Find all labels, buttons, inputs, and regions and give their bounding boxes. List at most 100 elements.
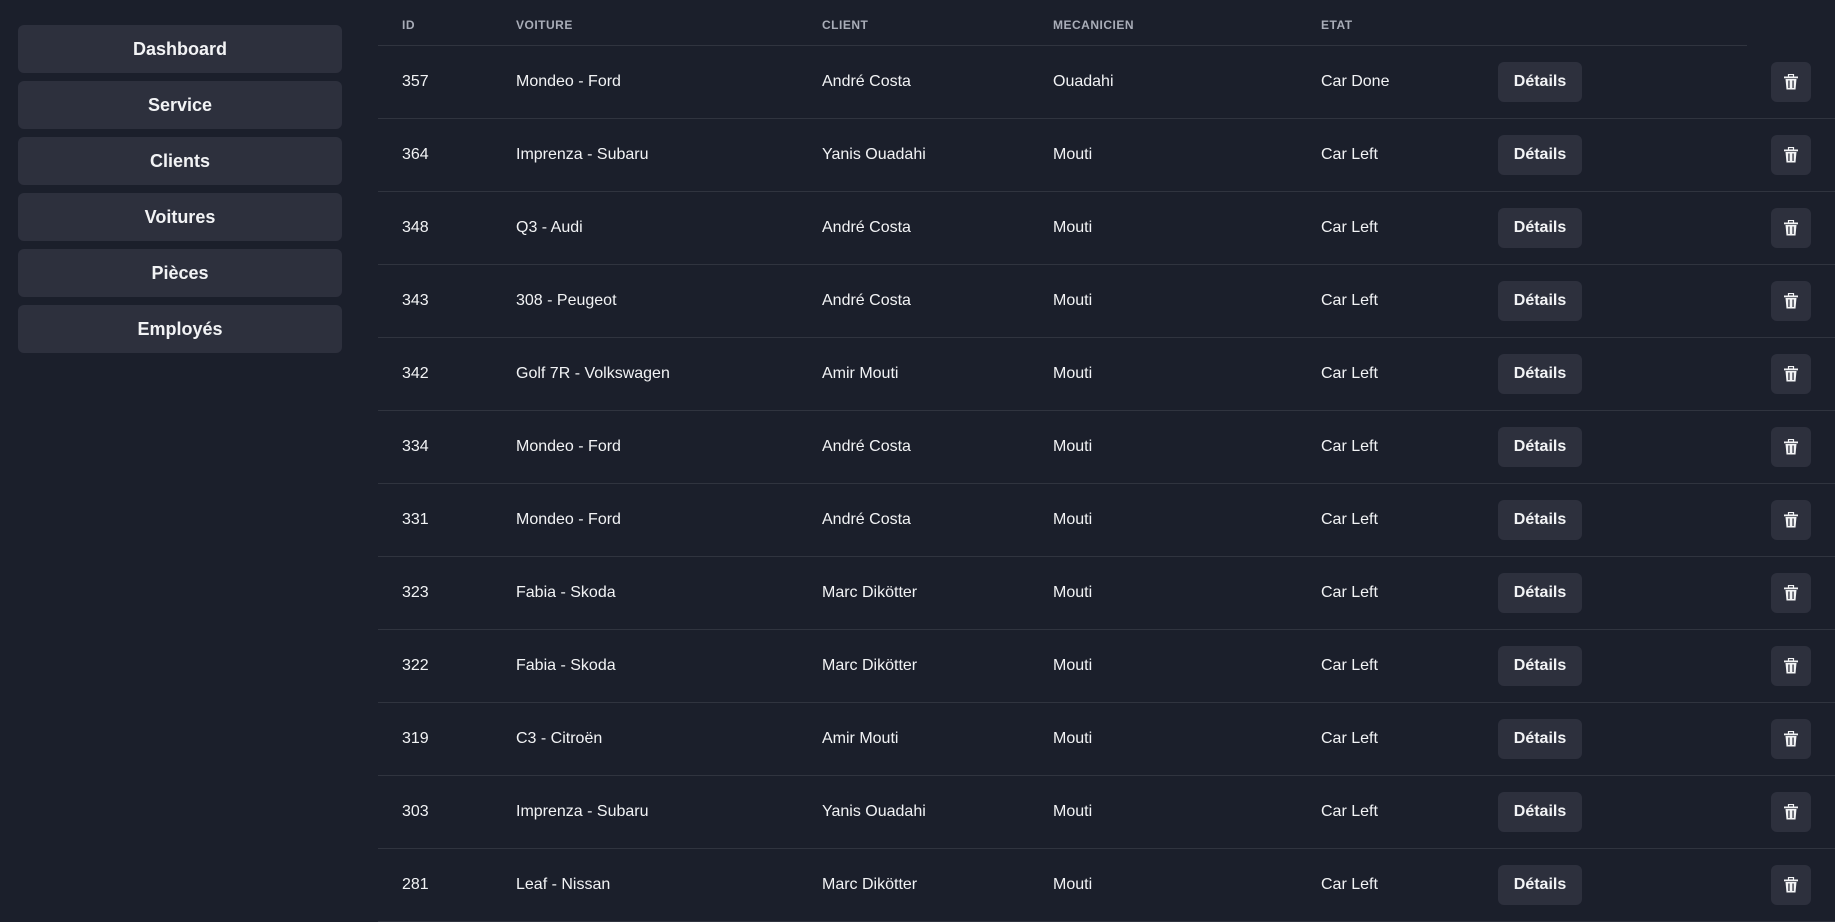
delete-button[interactable] (1771, 719, 1811, 759)
cell-voiture: Imprenza - Subaru (516, 803, 649, 820)
trash-icon (1784, 439, 1798, 455)
cell-client: André Costa (822, 73, 911, 90)
cell-mecanicien: Mouti (1053, 657, 1093, 674)
table-header: ID VOITURE CLIENT MECANICIEN ETAT (378, 0, 1747, 46)
details-button[interactable]: Détails (1498, 719, 1582, 759)
trash-icon (1784, 585, 1798, 601)
cell-etat: Car Left (1321, 730, 1378, 747)
cell-id: 322 (402, 657, 429, 674)
header-mecanicien: MECANICIEN (1053, 18, 1135, 32)
delete-button[interactable] (1771, 62, 1811, 102)
trash-icon (1784, 293, 1798, 309)
table-row: 364 Imprenza - Subaru Yanis Ouadahi Mouti Ca… (378, 119, 1835, 192)
cell-mecanicien: Mouti (1053, 876, 1093, 893)
table-row: 334 Mondeo - Ford André Costa Mouti Car Left… (378, 411, 1835, 484)
details-button[interactable]: Détails (1498, 865, 1582, 905)
details-button[interactable]: Détails (1498, 573, 1582, 613)
delete-button[interactable] (1771, 792, 1811, 832)
cell-client: André Costa (822, 438, 911, 455)
trash-icon (1784, 74, 1798, 90)
sidebar-item-pieces[interactable]: Pièces (18, 249, 342, 297)
cell-voiture: 308 - Peugeot (516, 292, 617, 309)
trash-icon (1784, 731, 1798, 747)
delete-button[interactable] (1771, 281, 1811, 321)
trash-icon (1784, 658, 1798, 674)
cell-voiture: Q3 - Audi (516, 219, 583, 236)
details-button[interactable]: Détails (1498, 427, 1582, 467)
cell-client: Marc Dikötter (822, 876, 918, 893)
cell-client: Yanis Ouadahi (822, 146, 926, 163)
details-button[interactable]: Détails (1498, 281, 1582, 321)
sidebar-item-clients[interactable]: Clients (18, 137, 342, 185)
delete-button[interactable] (1771, 208, 1811, 248)
cell-mecanicien: Mouti (1053, 584, 1093, 601)
cell-id: 348 (402, 219, 429, 236)
cell-id: 357 (402, 73, 429, 90)
header-etat: ETAT (1321, 18, 1353, 32)
cell-mecanicien: Mouti (1053, 146, 1093, 163)
details-button[interactable]: Détails (1498, 62, 1582, 102)
cell-client: Marc Dikötter (822, 657, 918, 674)
cell-id: 343 (402, 292, 429, 309)
cell-id: 334 (402, 438, 429, 455)
cell-etat: Car Left (1321, 292, 1378, 309)
cell-mecanicien: Mouti (1053, 438, 1093, 455)
cell-voiture: Imprenza - Subaru (516, 146, 649, 163)
cell-voiture: Golf 7R - Volkswagen (516, 365, 670, 382)
cell-etat: Car Left (1321, 511, 1378, 528)
details-button[interactable]: Détails (1498, 208, 1582, 248)
delete-button[interactable] (1771, 135, 1811, 175)
cell-voiture: Mondeo - Ford (516, 438, 621, 455)
delete-button[interactable] (1771, 427, 1811, 467)
sidebar: Dashboard Service Clients Voitures Pièces Emp… (18, 25, 342, 361)
trash-icon (1784, 147, 1798, 163)
cell-mecanicien: Mouti (1053, 803, 1093, 820)
sidebar-item-employes[interactable]: Employés (18, 305, 342, 353)
header-id: ID (402, 18, 415, 32)
cell-etat: Car Left (1321, 657, 1378, 674)
details-button[interactable]: Détails (1498, 500, 1582, 540)
details-button[interactable]: Détails (1498, 792, 1582, 832)
sidebar-item-dashboard[interactable]: Dashboard (18, 25, 342, 73)
delete-button[interactable] (1771, 646, 1811, 686)
trash-icon (1784, 804, 1798, 820)
cell-mecanicien: Mouti (1053, 730, 1093, 747)
cell-etat: Car Done (1321, 73, 1390, 90)
table-row: 303 Imprenza - Subaru Yanis Ouadahi Mouti Ca… (378, 776, 1835, 849)
trash-icon (1784, 220, 1798, 236)
table-row: 342 Golf 7R - Volkswagen Amir Mouti Mouti Ca… (378, 338, 1835, 411)
table-row: 357 Mondeo - Ford André Costa Ouadahi Car Do… (378, 46, 1835, 119)
cell-mecanicien: Mouti (1053, 292, 1093, 309)
header-client: CLIENT (822, 18, 869, 32)
table-row: 323 Fabia - Skoda Marc Dikötter Mouti Car Le… (378, 557, 1835, 630)
delete-button[interactable] (1771, 865, 1811, 905)
table-body: 357 Mondeo - Ford André Costa Ouadahi Car Do… (378, 46, 1835, 922)
delete-button[interactable] (1771, 354, 1811, 394)
cell-client: André Costa (822, 292, 911, 309)
cell-etat: Car Left (1321, 876, 1378, 893)
cell-etat: Car Left (1321, 365, 1378, 382)
cell-id: 342 (402, 365, 429, 382)
sidebar-item-service[interactable]: Service (18, 81, 342, 129)
cell-id: 303 (402, 803, 429, 820)
cell-mecanicien: Mouti (1053, 511, 1093, 528)
cell-voiture: Mondeo - Ford (516, 511, 621, 528)
details-button[interactable]: Détails (1498, 354, 1582, 394)
cell-client: Marc Dikötter (822, 584, 918, 601)
table-row: 343 308 - Peugeot André Costa Mouti Car Left… (378, 265, 1835, 338)
cell-etat: Car Left (1321, 803, 1378, 820)
trash-icon (1784, 366, 1798, 382)
delete-button[interactable] (1771, 573, 1811, 613)
table-row: 331 Mondeo - Ford André Costa Mouti Car Left… (378, 484, 1835, 557)
delete-button[interactable] (1771, 500, 1811, 540)
sidebar-item-voitures[interactable]: Voitures (18, 193, 342, 241)
cell-id: 364 (402, 146, 429, 163)
cell-id: 323 (402, 584, 429, 601)
cell-client: Amir Mouti (822, 730, 899, 747)
table-row: 319 C3 - Citroën Amir Mouti Mouti Car Left Dé… (378, 703, 1835, 776)
details-button[interactable]: Détails (1498, 135, 1582, 175)
cell-client: André Costa (822, 511, 911, 528)
details-button[interactable]: Détails (1498, 646, 1582, 686)
cell-client: Amir Mouti (822, 365, 899, 382)
trash-icon (1784, 512, 1798, 528)
